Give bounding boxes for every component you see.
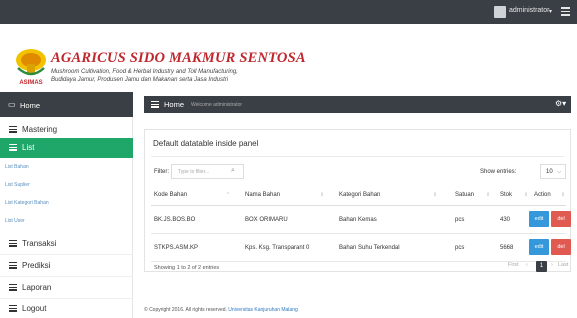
cell-kode: BK.JS.BOS.BO: [154, 217, 196, 223]
list-icon: [9, 262, 17, 269]
cell-kategori: Bahan Kemas: [339, 217, 377, 223]
footer: © Copyright 2016. All rights reserved. U…: [144, 307, 298, 313]
sort-icon[interactable]: ⇕: [433, 192, 437, 198]
list-icon: [9, 305, 17, 312]
sidebar-item-mastering[interactable]: Mastering: [0, 120, 133, 140]
chevron-down-icon: ⌵: [557, 169, 561, 175]
cell-kode: STKPS.ASM.KP: [154, 245, 199, 251]
sort-icon[interactable]: ⇕: [524, 192, 528, 198]
delete-button[interactable]: del: [551, 239, 571, 255]
column-header-stok[interactable]: Stok: [500, 192, 512, 198]
show-entries-label: Show entries:: [480, 169, 517, 175]
chevron-down-icon[interactable]: ▾: [549, 8, 552, 15]
sidebar-item-label: Prediksi: [22, 261, 51, 270]
cell-satuan: pcs: [455, 217, 465, 223]
sort-icon[interactable]: ⇕: [561, 192, 565, 198]
sidebar-item-label: List: [22, 143, 35, 152]
cell-satuan: pcs: [455, 245, 465, 251]
monitor-icon: ▭: [8, 100, 16, 109]
welcome-text: Welcome administrator: [191, 101, 243, 108]
list-icon: [9, 126, 17, 133]
sidebar-item-home[interactable]: ▭ Home: [0, 92, 133, 117]
divider: [0, 276, 133, 277]
sidebar-subitem-list-suplier[interactable]: List Suplier: [5, 182, 30, 188]
column-header-satuan[interactable]: Satuan: [455, 192, 474, 198]
delete-button[interactable]: del: [551, 211, 571, 227]
brand-subtitle-2: Budidaya Jamur, Produsen Jamu dan Makana…: [51, 77, 229, 83]
sidebar-item-transaksi[interactable]: Transaksi: [0, 234, 133, 254]
list-icon: [9, 240, 17, 247]
filter-label: Filter:: [154, 169, 169, 175]
cell-stok: 430: [500, 217, 511, 223]
sidebar-item-laporan[interactable]: Laporan: [0, 278, 133, 298]
column-header-nama[interactable]: Nama Bahan: [245, 192, 280, 198]
edit-button[interactable]: edit: [529, 211, 549, 227]
sidebar-subitem-list-user[interactable]: List User: [5, 218, 25, 224]
pager-prev[interactable]: ‹: [526, 262, 528, 268]
sidebar-item-label: Laporan: [22, 283, 52, 292]
menu-icon[interactable]: [151, 101, 159, 108]
brand-subtitle-1: Mushroom Cultivation, Food & Herbal Indu…: [51, 69, 238, 75]
column-header-kategori[interactable]: Kategori Bahan: [339, 192, 380, 198]
table-row: STKPS.ASM.KP Kps. Ksg. Transparant 0 Bah…: [151, 234, 571, 262]
cell-nama: Kps. Ksg. Transparant 0: [245, 245, 310, 251]
sidebar-item-label: Logout: [22, 304, 47, 313]
gear-icon[interactable]: ⚙▾: [555, 99, 566, 108]
sidebar-item-label: Home: [20, 100, 41, 110]
search-icon: ⌕: [231, 167, 235, 174]
logo-text: ASIMAS: [19, 80, 42, 86]
sidebar-item-prediksi[interactable]: Prediksi: [0, 256, 133, 276]
show-entries-value: 10: [546, 169, 553, 175]
sidebar-item-logout[interactable]: Logout: [0, 299, 133, 318]
datatable-panel: Default datatable inside panel Filter: T…: [144, 129, 571, 272]
footer-link[interactable]: Universitas Kanjuruhan Malang: [228, 307, 297, 313]
brand-header: ASIMAS AGARICUS SIDO MAKMUR SENTOSA Mush…: [0, 24, 577, 92]
table-header: Kode Bahan ^ Nama Bahan ⇕ Kategori Bahan…: [151, 186, 566, 206]
panel-title: Default datatable inside panel: [153, 139, 259, 148]
pager-first[interactable]: First: [508, 262, 519, 268]
pager-current-page[interactable]: 1: [536, 261, 547, 272]
page-title: Home: [164, 100, 185, 109]
sidebar-subitem-list-kategori[interactable]: List Kategori Bahan: [5, 200, 49, 206]
divider: [0, 254, 133, 255]
list-icon: [9, 144, 17, 151]
user-menu[interactable]: administrator: [509, 7, 549, 14]
divider: [151, 156, 564, 157]
sort-icon[interactable]: ⇕: [320, 192, 324, 198]
menu-icon[interactable]: [561, 7, 570, 16]
footer-copyright: © Copyright 2016. All rights reserved.: [144, 307, 227, 313]
show-entries-select[interactable]: 10 ⌵: [540, 164, 566, 179]
top-navbar: administrator ▾: [0, 0, 577, 24]
column-header-action[interactable]: Action: [534, 192, 551, 198]
pager-last[interactable]: Last: [558, 262, 568, 268]
cell-kategori: Bahan Suhu Terkendal: [339, 245, 400, 251]
page-header-bar: Home Welcome administrator ⚙▾: [144, 96, 571, 113]
sort-icon[interactable]: ⇕: [486, 192, 490, 198]
sidebar-item-list[interactable]: List: [0, 138, 133, 158]
pager-next[interactable]: ›: [551, 262, 553, 268]
table-row: BK.JS.BOS.BO BOX ORIMARU Bahan Kemas pcs…: [151, 206, 571, 234]
sidebar-item-label: Transaksi: [22, 239, 57, 248]
user-avatar[interactable]: [494, 6, 506, 18]
list-icon: [9, 284, 17, 291]
table-info: Showing 1 to 2 of 2 entries: [154, 265, 220, 271]
company-logo[interactable]: ASIMAS: [15, 46, 47, 86]
brand-title: AGARICUS SIDO MAKMUR SENTOSA: [51, 50, 306, 66]
cell-stok: 5668: [500, 245, 514, 251]
cell-nama: BOX ORIMARU: [245, 217, 288, 223]
sidebar-item-label: Mastering: [22, 125, 58, 134]
edit-button[interactable]: edit: [529, 239, 549, 255]
sidebar: ▭ Home Mastering List List Bahan List Su…: [0, 92, 133, 318]
sort-icon[interactable]: ^: [227, 192, 229, 198]
sidebar-subitem-list-bahan[interactable]: List Bahan: [5, 164, 29, 170]
column-header-kode[interactable]: Kode Bahan: [154, 192, 187, 198]
